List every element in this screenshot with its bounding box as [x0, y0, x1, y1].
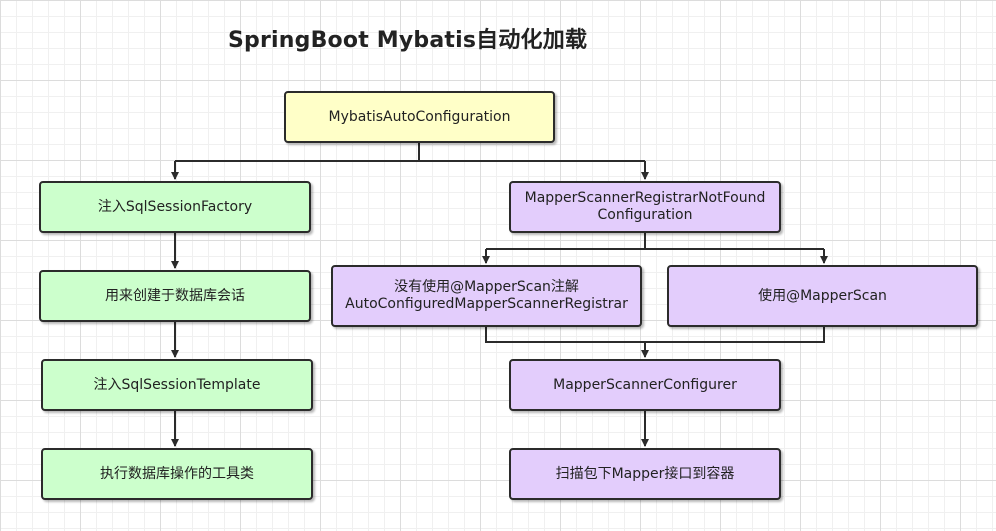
node-label: 使用@MapperScan [758, 287, 887, 304]
node-scan-mapper-into-container: 扫描包下Mapper接口到容器 [509, 448, 781, 500]
node-label: MapperScannerConfigurer [553, 376, 737, 393]
node-label-line-1: MapperScannerRegistrarNotFound [524, 190, 766, 206]
connector-root-split [175, 143, 645, 162]
node-db-tool-class: 执行数据库操作的工具类 [41, 448, 313, 500]
node-create-db-session: 用来创建于数据库会话 [39, 270, 311, 322]
connector-notfound-split [486, 233, 824, 250]
node-label: 扫描包下Mapper接口到容器 [555, 465, 735, 482]
node-label: MybatisAutoConfiguration [328, 108, 511, 125]
node-mapper-scanner-configurer: MapperScannerConfigurer [509, 359, 781, 411]
node-use-mapperscan: 使用@MapperScan [667, 265, 978, 327]
node-mybatis-auto-configuration: MybatisAutoConfiguration [284, 91, 555, 143]
node-label-line-1: 没有使用@MapperScan注解 [394, 279, 579, 295]
node-label: 注入SqlSessionTemplate [93, 376, 261, 393]
node-label: 注入SqlSessionFactory [97, 198, 253, 215]
node-label-line-2: Configuration [597, 207, 693, 223]
node-inject-sqlsessiontemplate: 注入SqlSessionTemplate [41, 359, 313, 411]
connector-merge [485, 327, 825, 343]
node-no-mapperscan-annotation: 没有使用@MapperScan注解 AutoConfiguredMapperSc… [331, 265, 642, 327]
node-label: 执行数据库操作的工具类 [100, 465, 254, 482]
node-inject-sqlsessionfactory: 注入SqlSessionFactory [39, 181, 311, 233]
node-mapper-scanner-registrar-not-found-configuration: MapperScannerRegistrarNotFound Configura… [509, 181, 781, 233]
node-label-line-2: AutoConfiguredMapperScannerRegistrar [345, 296, 628, 312]
node-label: 用来创建于数据库会话 [105, 287, 245, 304]
